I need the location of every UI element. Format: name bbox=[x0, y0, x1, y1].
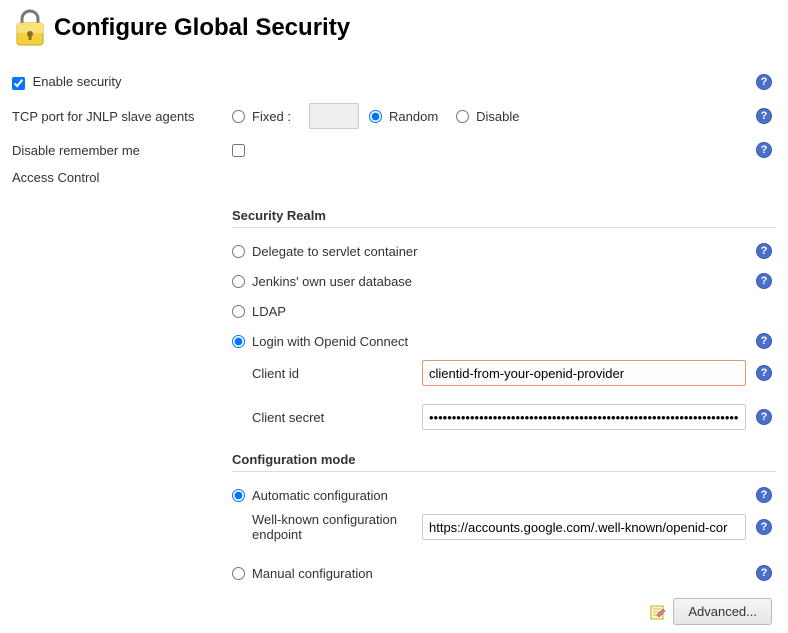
security-realm-section: Security Realm Delegate to servlet conta… bbox=[232, 208, 776, 625]
help-icon[interactable]: ? bbox=[756, 108, 772, 124]
notepad-icon bbox=[649, 603, 667, 621]
enable-security-label[interactable]: Enable security bbox=[12, 74, 122, 89]
realm-servlet-radio[interactable] bbox=[232, 245, 245, 258]
client-secret-row: Client secret ? bbox=[232, 400, 776, 434]
advanced-button[interactable]: Advanced... bbox=[673, 598, 772, 625]
tcp-random-text: Random bbox=[389, 109, 438, 124]
help-icon[interactable]: ? bbox=[756, 243, 772, 259]
client-secret-label: Client secret bbox=[232, 410, 422, 425]
enable-security-row: Enable security ? bbox=[12, 68, 776, 96]
help-icon[interactable]: ? bbox=[756, 409, 772, 425]
wellknown-row: Well-known configuration endpoint ? bbox=[232, 510, 776, 544]
help-icon[interactable]: ? bbox=[756, 74, 772, 90]
realm-servlet-text: Delegate to servlet container bbox=[252, 244, 417, 259]
realm-ldap-text: LDAP bbox=[252, 304, 286, 319]
client-id-input[interactable] bbox=[422, 360, 746, 386]
help-icon[interactable]: ? bbox=[756, 487, 772, 503]
wellknown-input[interactable] bbox=[422, 514, 746, 540]
tcp-fixed-radio[interactable] bbox=[232, 110, 245, 123]
realm-openid-radio[interactable] bbox=[232, 335, 245, 348]
help-icon[interactable]: ? bbox=[756, 273, 772, 289]
disable-remember-label: Disable remember me bbox=[12, 143, 232, 158]
access-control-label: Access Control bbox=[12, 170, 232, 185]
security-realm-heading: Security Realm bbox=[232, 208, 776, 228]
config-manual-radio[interactable] bbox=[232, 567, 245, 580]
tcp-fixed-option[interactable]: Fixed : bbox=[232, 109, 291, 124]
client-id-label: Client id bbox=[232, 366, 422, 381]
tcp-random-radio[interactable] bbox=[369, 110, 382, 123]
advanced-row: Advanced... bbox=[232, 598, 776, 625]
client-secret-input[interactable] bbox=[422, 404, 746, 430]
access-control-row: Access Control bbox=[12, 170, 776, 198]
lock-icon bbox=[12, 8, 48, 48]
tcp-fixed-text: Fixed : bbox=[252, 109, 291, 124]
realm-servlet-option[interactable]: Delegate to servlet container bbox=[232, 244, 417, 259]
tcp-disable-option[interactable]: Disable bbox=[456, 109, 519, 124]
help-icon[interactable]: ? bbox=[756, 519, 772, 535]
tcp-fixed-input[interactable] bbox=[309, 103, 359, 129]
realm-openid-option[interactable]: Login with Openid Connect bbox=[232, 334, 408, 349]
help-icon[interactable]: ? bbox=[756, 565, 772, 581]
config-manual-text: Manual configuration bbox=[252, 566, 373, 581]
page-header: Configure Global Security bbox=[12, 8, 776, 48]
realm-jenkins-radio[interactable] bbox=[232, 275, 245, 288]
config-auto-option[interactable]: Automatic configuration bbox=[232, 488, 388, 503]
client-id-row: Client id ? bbox=[232, 356, 776, 390]
config-auto-text: Automatic configuration bbox=[252, 488, 388, 503]
realm-jenkins-option[interactable]: Jenkins' own user database bbox=[232, 274, 412, 289]
config-manual-option[interactable]: Manual configuration bbox=[232, 566, 373, 581]
disable-remember-row: Disable remember me ? bbox=[12, 136, 776, 164]
tcp-port-label: TCP port for JNLP slave agents bbox=[12, 109, 232, 124]
realm-ldap-option[interactable]: LDAP bbox=[232, 304, 286, 319]
realm-openid-text: Login with Openid Connect bbox=[252, 334, 408, 349]
realm-ldap-radio[interactable] bbox=[232, 305, 245, 318]
tcp-random-option[interactable]: Random bbox=[369, 109, 438, 124]
tcp-port-row: TCP port for JNLP slave agents Fixed : R… bbox=[12, 102, 776, 130]
enable-security-checkbox[interactable] bbox=[12, 77, 25, 90]
tcp-disable-radio[interactable] bbox=[456, 110, 469, 123]
enable-security-text: Enable security bbox=[33, 74, 122, 89]
page-title: Configure Global Security bbox=[54, 14, 350, 42]
help-icon[interactable]: ? bbox=[756, 365, 772, 381]
wellknown-label: Well-known configuration endpoint bbox=[232, 512, 422, 542]
help-icon[interactable]: ? bbox=[756, 333, 772, 349]
config-auto-radio[interactable] bbox=[232, 489, 245, 502]
disable-remember-checkbox[interactable] bbox=[232, 144, 245, 157]
help-icon[interactable]: ? bbox=[756, 142, 772, 158]
realm-jenkins-text: Jenkins' own user database bbox=[252, 274, 412, 289]
tcp-disable-text: Disable bbox=[476, 109, 519, 124]
config-mode-heading: Configuration mode bbox=[232, 452, 776, 472]
